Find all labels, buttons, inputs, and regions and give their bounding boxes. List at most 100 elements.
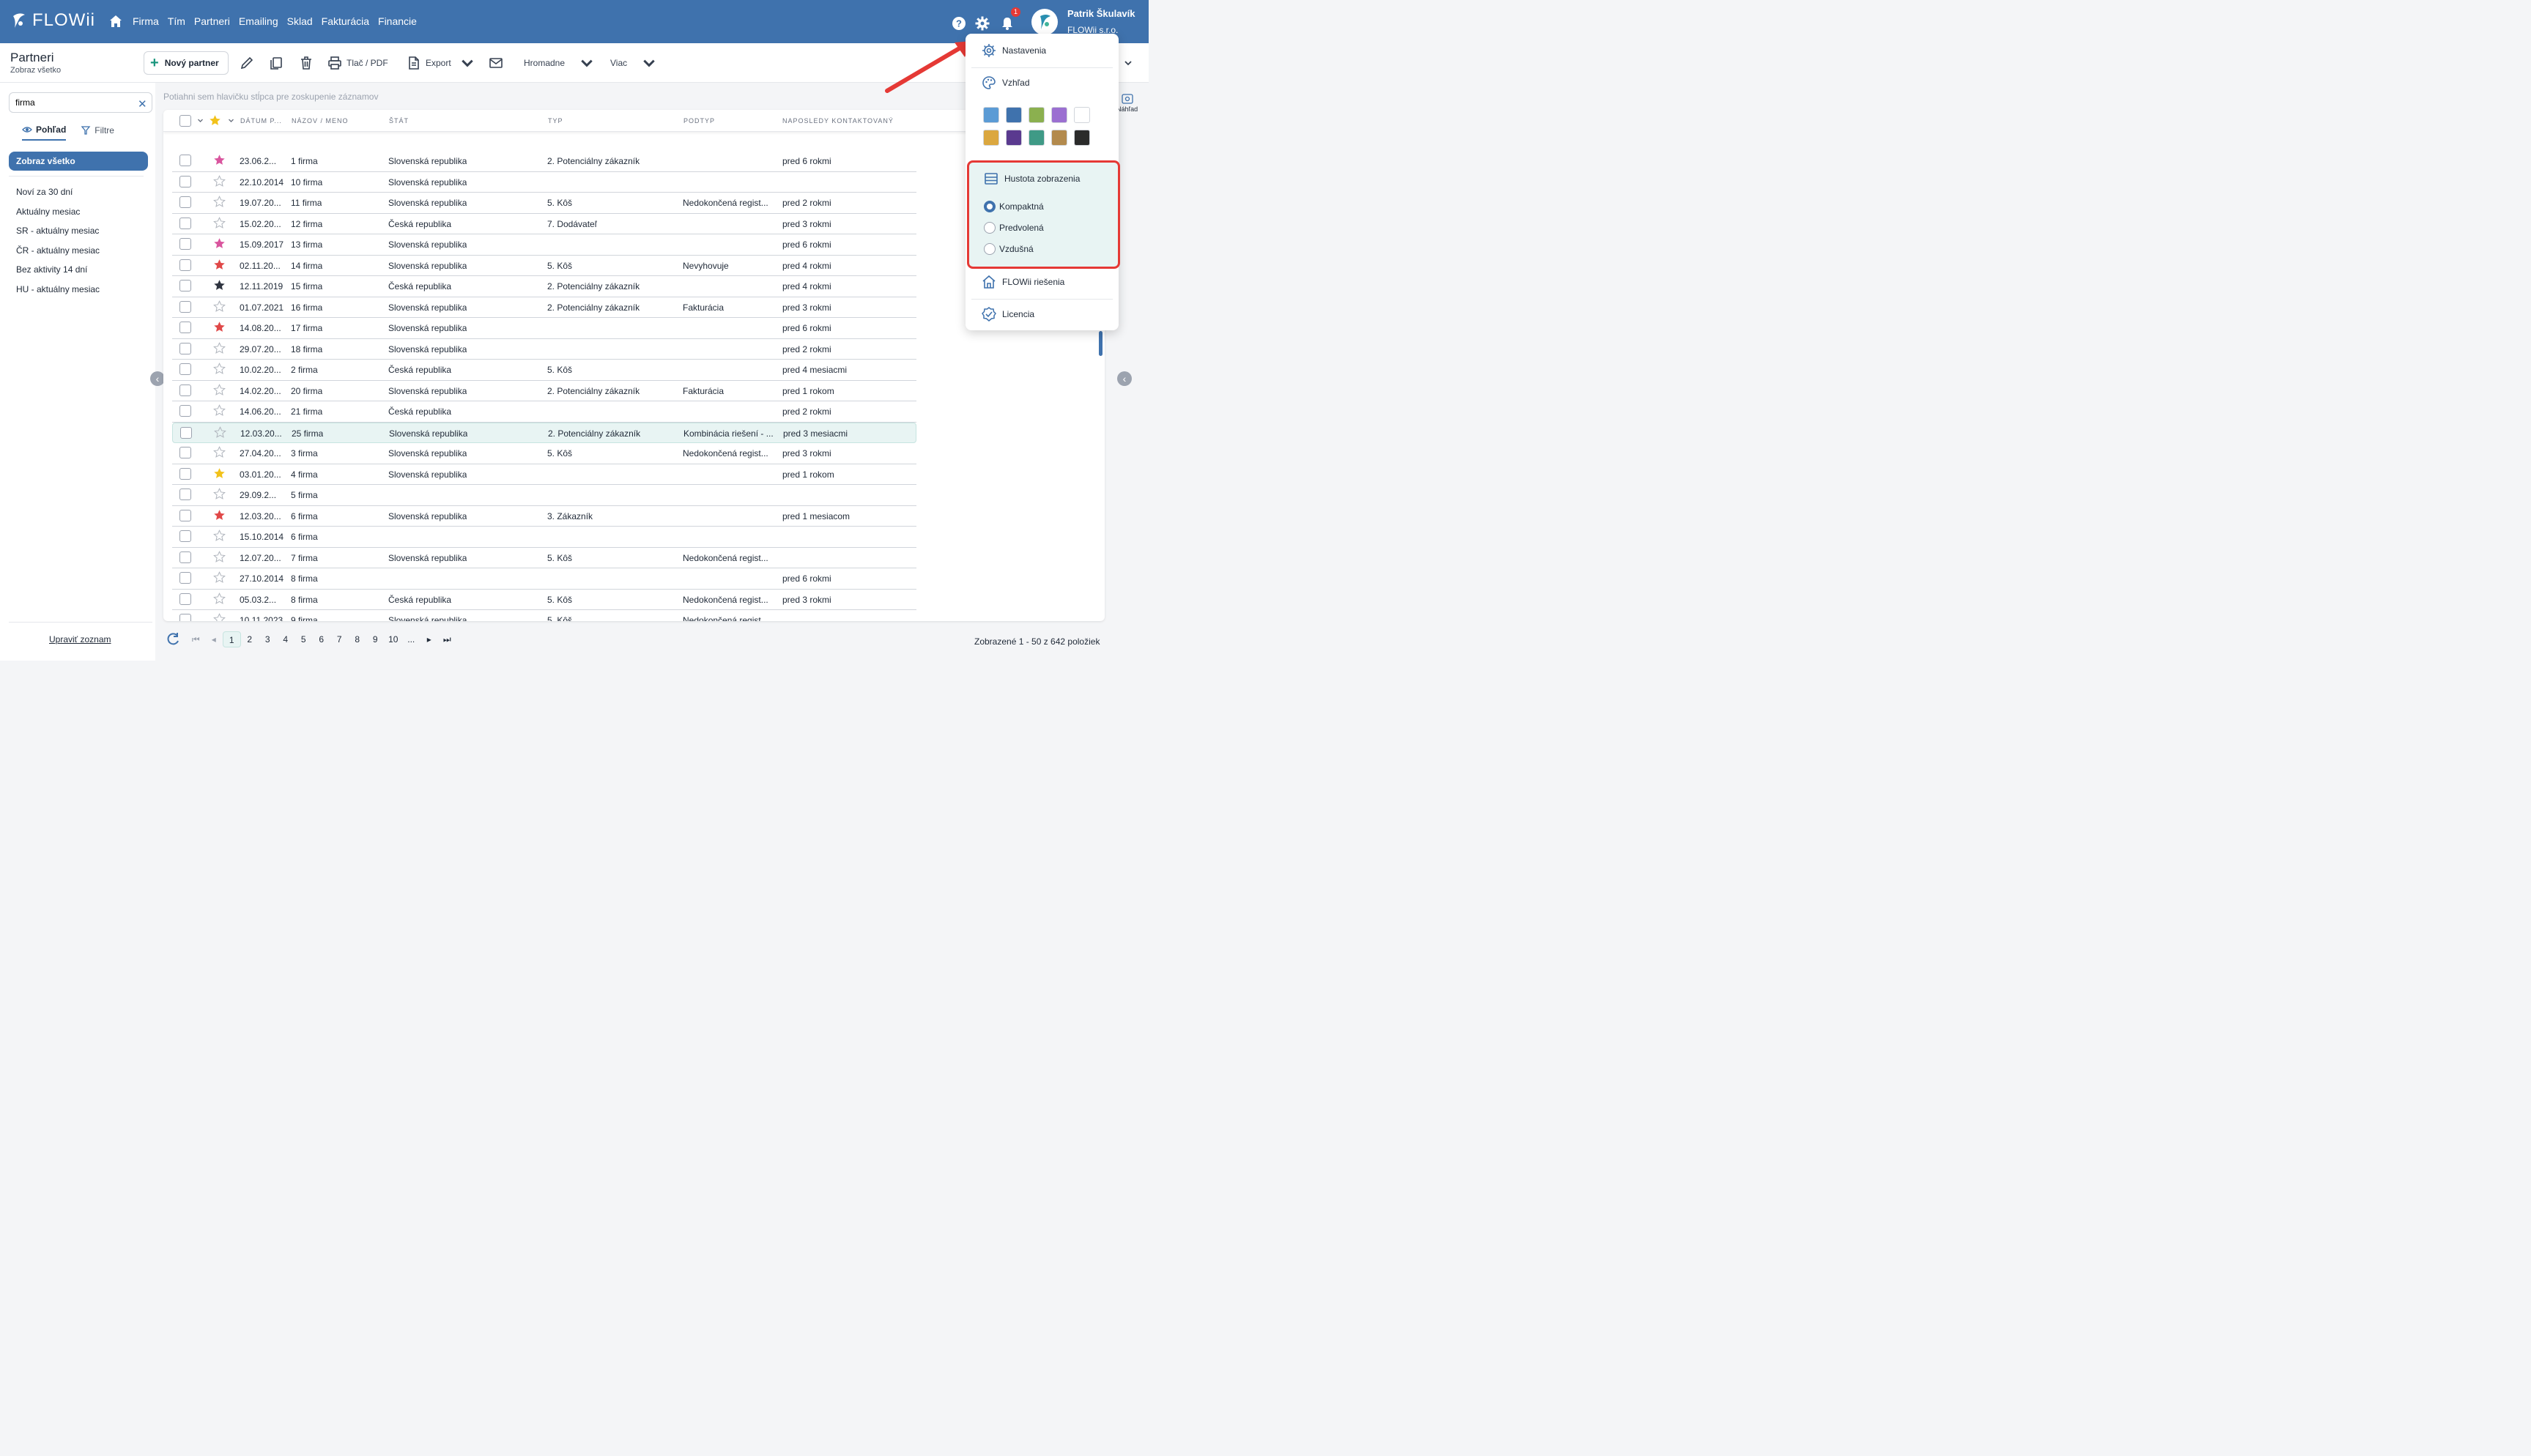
sidebar-item[interactable]: SR - aktuálny mesiac <box>16 226 100 245</box>
sidebar-item[interactable]: Noví za 30 dní <box>16 187 100 207</box>
star-icon[interactable] <box>213 174 226 187</box>
email-button[interactable] <box>489 56 503 70</box>
edit-button[interactable] <box>240 56 254 70</box>
star-icon[interactable] <box>213 196 226 208</box>
row-checkbox[interactable] <box>179 342 191 354</box>
row-checkbox[interactable] <box>179 530 191 542</box>
color-swatch[interactable] <box>1006 107 1022 123</box>
home-icon[interactable] <box>109 15 122 28</box>
table-row[interactable]: 10.11.2023 9 firma Slovenská republika 5. K… <box>172 610 916 621</box>
page-button[interactable]: 7 <box>330 631 349 647</box>
page-button[interactable]: 8 <box>349 631 367 647</box>
menu-item-appearance[interactable]: Vzhľad <box>982 75 1030 90</box>
chevron-down-icon[interactable] <box>228 117 234 124</box>
export-button[interactable]: Export <box>407 56 475 70</box>
nav-item-5[interactable]: Fakturácia <box>322 15 369 27</box>
menu-item-license[interactable]: Licencia <box>982 307 1034 322</box>
table-row[interactable]: 01.07.2021 16 firma Slovenská republika 2. … <box>172 297 916 318</box>
star-icon[interactable] <box>213 363 226 375</box>
page-button[interactable]: 10 <box>385 631 403 647</box>
sidebar-item[interactable]: ČR - aktuálny mesiac <box>16 245 100 265</box>
refresh-icon[interactable] <box>165 631 181 647</box>
row-checkbox[interactable] <box>179 593 191 605</box>
nav-item-6[interactable]: Financie <box>378 15 417 27</box>
chevron-down-icon[interactable] <box>197 117 204 124</box>
row-checkbox[interactable] <box>179 467 191 480</box>
col-name[interactable]: NÁZOV / MENO <box>292 117 349 125</box>
star-icon[interactable] <box>213 383 226 396</box>
vertical-scrollbar[interactable] <box>1099 331 1103 356</box>
preview-tab[interactable]: Náhľad <box>1116 94 1138 113</box>
nav-item-0[interactable]: Firma <box>133 15 159 27</box>
star-icon[interactable] <box>213 530 226 542</box>
density-option-compact[interactable]: Kompaktná <box>984 201 1044 212</box>
user-name[interactable]: Patrik Škulavík <box>1067 8 1135 19</box>
color-swatch[interactable] <box>1029 130 1045 146</box>
table-row[interactable]: 23.06.2... 1 firma Slovenská republika 2. P… <box>172 151 916 172</box>
table-row[interactable]: 27.04.20... 3 firma Slovenská republika 5. … <box>172 443 916 464</box>
row-checkbox[interactable] <box>179 217 191 229</box>
more-dropdown[interactable]: Viac <box>610 56 656 70</box>
tab-filters[interactable]: Filtre <box>81 125 114 141</box>
star-icon[interactable] <box>213 467 226 480</box>
print-button[interactable]: Tlač / PDF <box>327 56 388 70</box>
menu-item-settings[interactable]: Nastavenia <box>982 43 1046 58</box>
table-row[interactable]: 05.03.2... 8 firma Česká republika 5. Kôš Ne… <box>172 590 916 610</box>
star-icon[interactable] <box>213 279 226 291</box>
page-button[interactable]: 5 <box>294 631 313 647</box>
tab-view[interactable]: Pohľad <box>22 125 67 141</box>
star-icon[interactable] <box>213 488 226 500</box>
row-checkbox[interactable] <box>179 405 191 417</box>
table-row[interactable]: 12.03.20... 25 firma Slovenská republika 2.… <box>172 422 916 443</box>
nav-item-4[interactable]: Sklad <box>287 15 313 27</box>
page-button[interactable]: 6 <box>313 631 331 647</box>
table-row[interactable]: 12.03.20... 6 firma Slovenská republika 3. … <box>172 506 916 527</box>
star-icon[interactable] <box>213 404 226 417</box>
sidebar-item[interactable]: Aktuálny mesiac <box>16 207 100 226</box>
star-icon[interactable] <box>213 154 226 166</box>
star-icon[interactable] <box>213 341 226 354</box>
bell-icon[interactable] <box>1000 16 1015 31</box>
row-checkbox[interactable] <box>179 384 191 396</box>
gear-icon[interactable] <box>975 16 990 31</box>
color-swatch[interactable] <box>983 130 999 146</box>
clear-search-icon[interactable]: ✕ <box>138 97 147 111</box>
row-checkbox[interactable] <box>179 300 191 313</box>
col-subtype[interactable]: PODTYP <box>683 117 715 125</box>
star-icon[interactable] <box>213 216 226 229</box>
star-icon[interactable] <box>213 550 226 563</box>
sidebar-item-view-all[interactable]: Zobraz všetko <box>9 152 148 171</box>
color-swatch[interactable] <box>1051 130 1067 146</box>
page-button[interactable]: 2 <box>241 631 259 647</box>
nav-item-1[interactable]: Tím <box>168 15 185 27</box>
star-icon[interactable] <box>213 321 226 333</box>
table-row[interactable]: 15.02.20... 12 firma Česká republika 7. Dod… <box>172 214 916 234</box>
star-filter-icon[interactable] <box>209 114 221 127</box>
star-icon[interactable] <box>213 259 226 271</box>
table-row[interactable]: 15.09.2017 13 firma Slovenská republika pre… <box>172 234 916 256</box>
delete-button[interactable] <box>299 56 314 70</box>
first-page-button[interactable]: ⏮ <box>187 631 205 647</box>
table-row[interactable]: 15.10.2014 6 firma <box>172 527 916 548</box>
help-icon[interactable]: ? <box>952 16 966 31</box>
sidebar-item[interactable]: Bez aktivity 14 dní <box>16 264 100 284</box>
table-row[interactable]: 03.01.20... 4 firma Slovenská republika pre… <box>172 464 916 485</box>
color-swatch[interactable] <box>1074 107 1090 123</box>
sidebar-item[interactable]: HU - aktuálny mesiac <box>16 284 100 304</box>
expand-preview-icon[interactable]: ‹ <box>1117 371 1132 386</box>
row-checkbox[interactable] <box>179 259 191 271</box>
duplicate-button[interactable] <box>269 56 284 70</box>
star-icon[interactable] <box>213 446 226 458</box>
star-icon[interactable] <box>213 592 226 605</box>
row-checkbox[interactable] <box>179 363 191 375</box>
bulk-actions-dropdown[interactable]: Hromadne <box>524 56 594 70</box>
menu-item-solutions[interactable]: FLOWii riešenia <box>982 275 1064 289</box>
last-page-button[interactable]: ⏭ <box>438 631 456 647</box>
chevron-down-icon[interactable] <box>1124 59 1133 67</box>
table-row[interactable]: 14.08.20... 17 firma Slovenská republika pr… <box>172 318 916 339</box>
star-icon[interactable] <box>213 237 226 250</box>
table-row[interactable]: 10.02.20... 2 firma Česká republika 5. Kôš p… <box>172 360 916 381</box>
col-type[interactable]: TYP <box>548 117 563 125</box>
row-checkbox[interactable] <box>179 572 191 584</box>
table-row[interactable]: 12.11.2019 15 firma Česká republika 2. Pote… <box>172 276 916 297</box>
